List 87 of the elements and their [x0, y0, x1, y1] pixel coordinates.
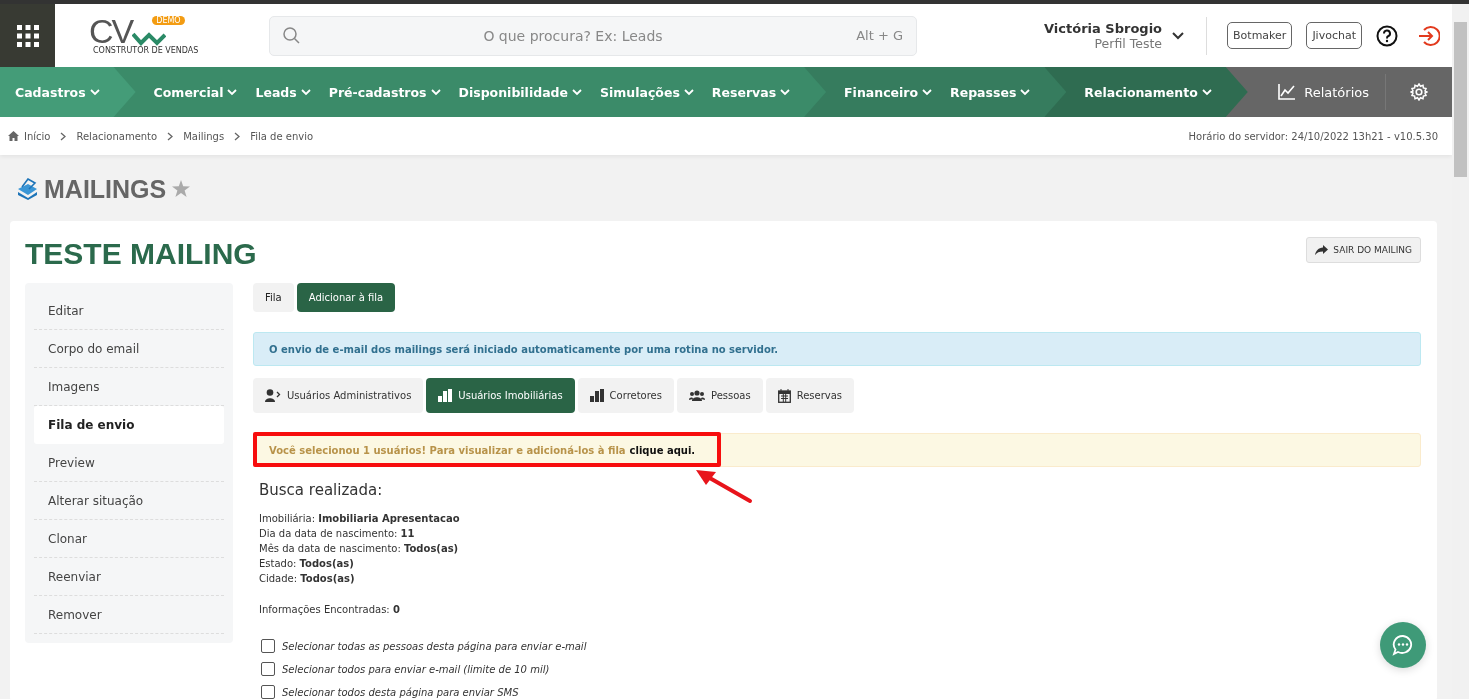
logo-tagline: CONSTRUTOR DE VENDAS — [93, 46, 200, 55]
home-icon[interactable] — [8, 131, 19, 141]
click-here-link[interactable]: clique aqui. — [629, 444, 696, 456]
chevron-down-icon — [227, 88, 238, 96]
server-time: Horário do servidor: 24/10/2022 13h21 - v10.5.30 — [1188, 130, 1438, 142]
tab[interactable]: Corretores — [577, 378, 674, 413]
mail-stack-icon — [16, 178, 38, 200]
integration-button[interactable]: Botmaker — [1227, 22, 1293, 49]
chevron-down-icon — [89, 88, 100, 96]
mailing-title: TESTE MAILING — [25, 237, 257, 271]
menu-item[interactable]: Reservas — [711, 84, 791, 100]
sidebar-item[interactable]: Remover — [34, 596, 224, 634]
integration-button[interactable]: Jivochat — [1306, 22, 1362, 49]
menu-item[interactable]: Relacionamento — [1084, 84, 1212, 100]
chevron-down-icon — [780, 88, 791, 96]
filter-line: Estado: Todos(as) — [258, 557, 355, 571]
user-icon — [265, 389, 281, 402]
sidebar-item[interactable]: Clonar — [34, 520, 224, 558]
filter-line: Mês da data de nascimento: Todos(as) — [258, 542, 460, 556]
checkbox[interactable] — [261, 662, 275, 676]
sidebar-item[interactable]: Corpo do email — [34, 330, 224, 368]
chevron-right-icon — [60, 131, 67, 141]
tab[interactable]: Reservas — [765, 378, 855, 413]
page-title: MAILINGS — [44, 174, 167, 204]
filter-line: Imobiliária: Imobiliaria Apresentacao — [258, 512, 461, 526]
option-label: Selecionar todos para enviar e-mail (limite de 10 mil) — [282, 663, 550, 675]
people-icon — [689, 390, 705, 401]
chevron-down-icon — [300, 88, 311, 96]
filter-line: Cidade: Todos(as) — [258, 572, 356, 586]
option-label: Selecionar todas as pessoas desta página para enviar e-mail — [282, 640, 587, 652]
tab[interactable]: Usuários Imobiliárias — [426, 378, 575, 413]
breadcrumb-link[interactable]: Mailings — [183, 130, 225, 142]
checkbox[interactable] — [261, 685, 275, 699]
sidebar-item[interactable]: Editar — [34, 292, 224, 330]
logout-icon[interactable] — [1418, 24, 1440, 47]
filter-line: Dia da data de nascimento: 11 — [258, 527, 416, 541]
chat-icon — [1392, 634, 1414, 656]
logo-wave-icon — [132, 30, 167, 46]
sidebar-item[interactable]: Preview — [34, 444, 224, 482]
chevron-down-icon — [1201, 88, 1212, 96]
breadcrumb-link[interactable]: Fila de envio — [250, 130, 314, 142]
tab[interactable]: Fila — [253, 283, 294, 312]
chevron-right-icon — [167, 131, 174, 141]
breadcrumb-link[interactable]: Relacionamento — [76, 130, 158, 142]
chevron-right-icon — [234, 131, 241, 141]
search-heading: Busca realizada: — [258, 481, 384, 499]
line-chart-icon — [1278, 84, 1297, 100]
annotation-arrow — [694, 468, 754, 504]
menu-item[interactable]: Leads — [255, 84, 311, 100]
settings-icon[interactable] — [1410, 83, 1428, 101]
chevron-down-icon — [922, 88, 933, 96]
shortcut-hint: Alt + G — [856, 27, 903, 43]
tab[interactable]: Adicionar à fila — [296, 283, 396, 312]
menu-item[interactable]: Repasses — [950, 84, 1031, 100]
tab[interactable]: Usuários Administrativos — [253, 378, 424, 413]
demo-badge: DEMO — [152, 16, 185, 25]
checkbox[interactable] — [261, 639, 275, 653]
sidebar-item[interactable]: Reenviar — [34, 558, 224, 596]
user-name: Victória Sbrogio — [1044, 20, 1163, 36]
help-icon[interactable] — [1376, 24, 1398, 47]
menu-item[interactable]: Comercial — [153, 84, 238, 100]
breadcrumb-link[interactable]: Início — [24, 130, 51, 142]
logo-letters: CV — [89, 16, 133, 46]
calendar-icon — [777, 388, 791, 403]
chevron-down-icon[interactable] — [1172, 31, 1185, 40]
option-label: Selecionar todos desta página para enviar SMS — [282, 686, 519, 698]
selection-notice: Você selecionou 1 usuários! Para visualizar e adicioná-los à fila — [269, 444, 626, 456]
menu-item[interactable]: Financeiro — [844, 84, 933, 100]
share-arrow-icon — [1315, 245, 1329, 255]
results-count: Informações Encontradas: 0 — [258, 603, 401, 617]
info-message: O envio de e-mail dos mailings será iniciado automaticamente por uma rotina no servidor. — [253, 332, 1421, 366]
user-profile: Perfil Teste — [1094, 35, 1163, 51]
sidebar-item[interactable]: Fila de envio — [34, 406, 224, 444]
reports-link[interactable]: Relatórios — [1278, 84, 1385, 100]
tab[interactable]: Pessoas — [677, 378, 763, 413]
star-icon[interactable] — [172, 180, 191, 198]
grid-icon — [16, 24, 39, 47]
sidebar-item[interactable]: Alterar situação — [34, 482, 224, 520]
exit-button[interactable]: SAIR DO MAILING — [1306, 237, 1421, 263]
chevron-down-icon — [1020, 88, 1031, 96]
chevron-down-icon — [572, 88, 582, 96]
apps-menu-button[interactable] — [0, 4, 55, 67]
menu-item[interactable]: Disponibilidade — [458, 84, 582, 100]
menu-item[interactable]: Pré-cadastros — [328, 84, 441, 100]
chevron-down-icon — [430, 88, 441, 96]
menu-item[interactable]: Simulações — [600, 84, 694, 100]
chevron-down-icon — [683, 88, 694, 96]
